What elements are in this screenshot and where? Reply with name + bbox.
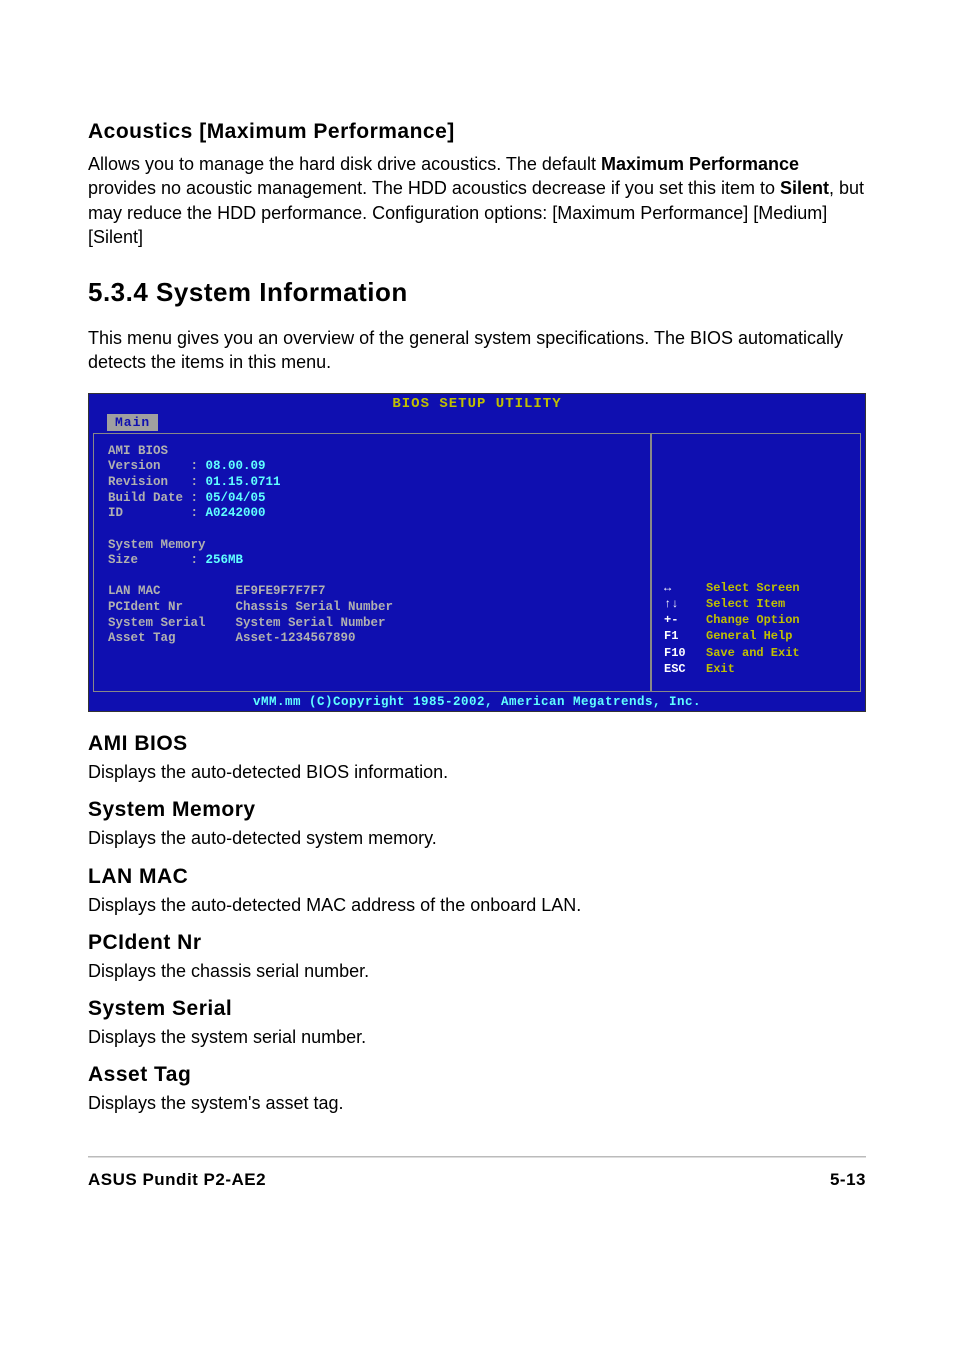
txt: Change Option xyxy=(706,612,800,628)
footer-page-number: 5-13 xyxy=(830,1170,866,1190)
val: A0242000 xyxy=(206,506,266,520)
sub-ami-bios-title: AMI BIOS xyxy=(88,732,866,756)
bios-screenshot: BIOS SETUP UTILITY Main AMI BIOS Version… xyxy=(88,393,866,712)
sub-assettag-title: Asset Tag xyxy=(88,1063,866,1087)
row: Version : xyxy=(108,459,206,473)
help-row: F1General Help xyxy=(664,628,850,644)
help-row: F10Save and Exit xyxy=(664,645,850,661)
bios-title: BIOS SETUP UTILITY xyxy=(89,394,865,413)
sub-pcident-desc: Displays the chassis serial number. xyxy=(88,959,866,983)
section-heading: 5.3.4 System Information xyxy=(88,277,866,308)
row: Revision : xyxy=(108,475,206,489)
row: ID : xyxy=(108,506,206,520)
bios-tab-main: Main xyxy=(107,414,158,431)
row: Build Date : xyxy=(108,491,206,505)
sub-sysmem-title: System Memory xyxy=(88,798,866,822)
val: 05/04/05 xyxy=(206,491,266,505)
sub-sysserial-title: System Serial xyxy=(88,997,866,1021)
sub-sysmem-desc: Displays the auto-detected system memory… xyxy=(88,826,866,850)
text: provides no acoustic management. The HDD… xyxy=(88,178,780,198)
sub-pcident-title: PCIdent Nr xyxy=(88,931,866,955)
help-row: ESCExit xyxy=(664,661,850,677)
txt: General Help xyxy=(706,628,792,644)
row: AMI BIOS xyxy=(108,444,168,458)
row: Asset Tag Asset-1234567890 xyxy=(108,631,356,645)
acoustics-heading: Acoustics [Maximum Performance] xyxy=(88,120,866,144)
val: 01.15.0711 xyxy=(206,475,281,489)
val: 256MB xyxy=(206,553,244,567)
val: 08.00.09 xyxy=(206,459,266,473)
sub-assettag-desc: Displays the system's asset tag. xyxy=(88,1091,866,1115)
bios-left-panel: AMI BIOS Version : 08.00.09 Revision : 0… xyxy=(93,433,651,692)
key: ↑↓ xyxy=(664,596,706,612)
footer-product: ASUS Pundit P2-AE2 xyxy=(88,1170,266,1190)
sub-lanmac-title: LAN MAC xyxy=(88,865,866,889)
txt: Select Screen xyxy=(706,580,800,596)
txt: Save and Exit xyxy=(706,645,800,661)
row: LAN MAC EF9FE9F7F7F7 xyxy=(108,584,326,598)
help-row: ↔Select Screen xyxy=(664,580,850,596)
acoustics-para: Allows you to manage the hard disk drive… xyxy=(88,152,866,249)
sub-sysserial-desc: Displays the system serial number. xyxy=(88,1025,866,1049)
key: F10 xyxy=(664,645,706,661)
bios-footer: vMM.mm (C)Copyright 1985-2002, American … xyxy=(89,694,865,711)
page-footer: ASUS Pundit P2-AE2 5-13 xyxy=(88,1158,866,1190)
txt: Exit xyxy=(706,661,735,677)
bios-body: AMI BIOS Version : 08.00.09 Revision : 0… xyxy=(89,431,865,694)
key: ESC xyxy=(664,661,706,677)
row: System Serial System Serial Number xyxy=(108,616,386,630)
key: F1 xyxy=(664,628,706,644)
help-row: +-Change Option xyxy=(664,612,850,628)
row: PCIdent Nr Chassis Serial Number xyxy=(108,600,393,614)
bold-max-perf: Maximum Performance xyxy=(601,154,799,174)
bios-tabs: Main xyxy=(89,413,865,431)
row: Size : xyxy=(108,553,206,567)
bios-right-panel: ↔Select Screen ↑↓Select Item +-Change Op… xyxy=(651,433,861,692)
key: ↔ xyxy=(664,580,706,596)
text: Allows you to manage the hard disk drive… xyxy=(88,154,601,174)
txt: Select Item xyxy=(706,596,785,612)
key: +- xyxy=(664,612,706,628)
bold-silent: Silent xyxy=(780,178,829,198)
sub-lanmac-desc: Displays the auto-detected MAC address o… xyxy=(88,893,866,917)
row: System Memory xyxy=(108,538,206,552)
help-row: ↑↓Select Item xyxy=(664,596,850,612)
section-intro: This menu gives you an overview of the g… xyxy=(88,326,866,375)
sub-ami-bios-desc: Displays the auto-detected BIOS informat… xyxy=(88,760,866,784)
